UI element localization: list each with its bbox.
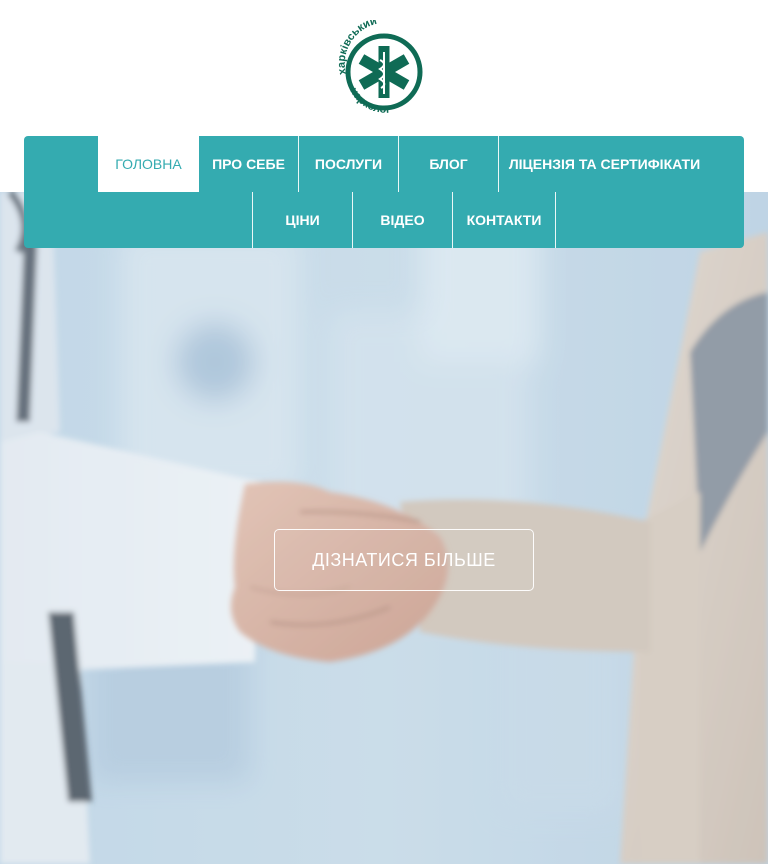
nav-divider bbox=[555, 192, 556, 248]
nav-item-about[interactable]: ПРО СЕБЕ bbox=[199, 136, 298, 192]
main-nav: ГОЛОВНА ПРО СЕБЕ ПОСЛУГИ БЛОГ ЛІЦЕНЗІЯ Т… bbox=[24, 136, 744, 248]
site-logo[interactable]: харківський нарколог bbox=[334, 20, 434, 116]
nav-item-home[interactable]: ГОЛОВНА bbox=[98, 136, 199, 192]
nav-row-1: ГОЛОВНА ПРО СЕБЕ ПОСЛУГИ БЛОГ ЛІЦЕНЗІЯ Т… bbox=[24, 136, 744, 192]
page: ДІЗНАТИСЯ БІЛЬШЕ харківський нарколог ГО… bbox=[0, 0, 768, 864]
hero-image bbox=[0, 192, 768, 864]
nav-row-2: ЦІНИ ВІДЕО КОНТАКТИ bbox=[24, 192, 744, 248]
nav-item-video[interactable]: ВІДЕО bbox=[353, 192, 452, 248]
nav-item-licenses[interactable]: ЛІЦЕНЗІЯ ТА СЕРТИФІКАТИ bbox=[499, 136, 710, 192]
hero-section: ДІЗНАТИСЯ БІЛЬШЕ bbox=[0, 192, 768, 864]
nav-item-contacts[interactable]: КОНТАКТИ bbox=[453, 192, 555, 248]
nav-item-blog[interactable]: БЛОГ bbox=[399, 136, 498, 192]
nav-item-prices[interactable]: ЦІНИ bbox=[253, 192, 352, 248]
nav-item-services[interactable]: ПОСЛУГИ bbox=[299, 136, 398, 192]
learn-more-button[interactable]: ДІЗНАТИСЯ БІЛЬШЕ bbox=[274, 529, 534, 591]
star-of-life-icon bbox=[358, 46, 410, 98]
